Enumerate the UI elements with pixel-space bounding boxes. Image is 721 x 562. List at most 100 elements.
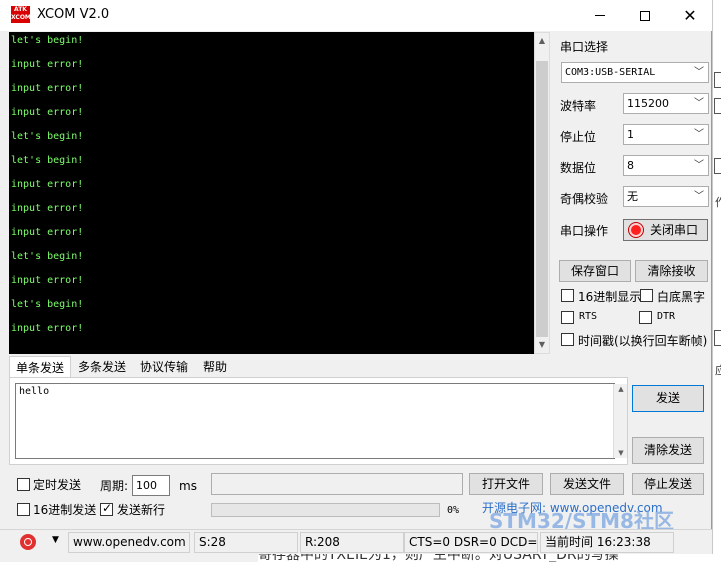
send-file-button[interactable]: 发送文件 [550, 473, 624, 495]
save-window-button[interactable]: 保存窗口 [559, 260, 631, 282]
window-title: XCOM V2.0 [37, 7, 110, 22]
baud-label: 波特率 [560, 99, 597, 113]
close-port-label: 关闭串口 [650, 223, 699, 237]
clear-receive-button[interactable]: 清除接收 [635, 260, 708, 282]
app-logo-icon: ATK XCOM [11, 6, 31, 23]
tab-multi-send[interactable]: 多条发送 [71, 356, 133, 378]
receive-line: let's begin! [11, 155, 84, 166]
chevron-down-icon: ﹀ [694, 129, 704, 140]
parity-select[interactable]: 无 ﹀ [623, 186, 709, 207]
maximize-icon [640, 10, 650, 21]
timed-send-label: 定时发送 [33, 478, 82, 492]
period-input[interactable]: 100 [132, 475, 170, 496]
data-bits-value: 8 [627, 159, 634, 172]
scroll-up-icon[interactable]: ▲ [535, 33, 549, 49]
parity-value: 无 [627, 190, 638, 203]
port-select[interactable]: COM3:USB-SERIAL ﹀ [561, 62, 709, 83]
receive-line: input error! [11, 227, 84, 238]
stop-send-button[interactable]: 停止发送 [632, 473, 704, 495]
timestamp-checkbox[interactable] [561, 333, 574, 346]
scroll-thumb[interactable] [536, 61, 548, 337]
stop-bits-value: 1 [627, 128, 634, 141]
send-newline-checkbox[interactable] [100, 501, 113, 516]
file-path-field[interactable] [211, 473, 463, 495]
send-progress-bar [211, 503, 440, 517]
minimize-icon [595, 15, 605, 16]
receive-line: let's begin! [11, 131, 84, 142]
bg-doc-box [714, 98, 721, 114]
scroll-down-icon[interactable]: ▼ [614, 449, 628, 457]
stop-bits-select[interactable]: 1 ﹀ [623, 124, 709, 145]
clear-send-button[interactable]: 清除发送 [632, 437, 704, 464]
receive-line: input error! [11, 59, 84, 70]
receive-line: input error! [11, 323, 84, 334]
white-bg-label: 白底黑字 [657, 290, 706, 304]
stop-bits-label: 停止位 [560, 130, 597, 144]
receive-scrollbar[interactable]: ▲ ▼ [534, 32, 550, 354]
bg-doc-text: 寄存器中的TXEIE为1，则产生中断。对USART_DR的写操 [258, 554, 619, 562]
timed-send-checkbox[interactable] [17, 478, 30, 491]
baud-value: 115200 [627, 97, 669, 110]
baud-select[interactable]: 115200 ﹀ [623, 93, 709, 114]
receive-line: let's begin! [11, 251, 84, 262]
close-port-button[interactable]: 关闭串口 [623, 219, 708, 241]
bg-doc-box [714, 330, 721, 346]
hex-send-checkbox[interactable] [17, 503, 30, 516]
rts-label: RTS [579, 311, 598, 322]
chevron-down-icon: ﹀ [694, 160, 704, 171]
hex-display-checkbox[interactable] [561, 289, 574, 302]
progress-percent: 0% [447, 505, 460, 516]
xcom-window: ATK XCOM XCOM V2.0 ✕ let's begin! input er… [0, 0, 712, 562]
white-bg-checkbox[interactable] [640, 289, 653, 302]
port-operation-label: 串口操作 [560, 224, 609, 238]
bg-doc-glyph: 应 [715, 364, 721, 377]
minimize-button[interactable] [577, 0, 623, 31]
maximize-button[interactable] [622, 0, 668, 31]
status-received-count: R:208 [300, 532, 404, 553]
scroll-down-icon[interactable]: ▼ [535, 337, 549, 353]
timestamp-label: 时间戳(以换行回车断帧) [578, 334, 708, 348]
receive-line: input error! [11, 107, 84, 118]
status-website[interactable]: www.openedv.com [68, 532, 190, 553]
hex-display-label: 16进制显示 [578, 290, 642, 304]
port-select-label: 串口选择 [560, 40, 609, 54]
dtr-checkbox[interactable] [639, 311, 652, 324]
status-line-signals: CTS=0 DSR=0 DCD=0 [404, 532, 538, 553]
rts-checkbox[interactable] [561, 311, 574, 324]
title-bar[interactable]: ATK XCOM XCOM V2.0 ✕ [0, 0, 712, 31]
port-value: COM3:USB-SERIAL [565, 67, 656, 78]
tab-protocol[interactable]: 协议传输 [133, 356, 195, 378]
bg-doc-box [714, 72, 721, 88]
settings-gear-icon[interactable] [20, 534, 36, 550]
send-textarea[interactable]: hello [15, 383, 615, 459]
data-bits-label: 数据位 [560, 161, 597, 175]
close-icon: ✕ [683, 5, 697, 25]
status-current-time: 当前时间 16:23:38 [540, 532, 674, 553]
send-scrollbar[interactable]: ▲ ▼ [613, 384, 627, 458]
data-bits-select[interactable]: 8 ﹀ [623, 155, 709, 176]
receive-line: input error! [11, 179, 84, 190]
tab-help[interactable]: 帮助 [195, 356, 235, 378]
status-bar: ▼ www.openedv.com S:28 R:208 CTS=0 DSR=0… [0, 529, 712, 554]
chevron-down-icon: ﹀ [694, 67, 704, 78]
send-newline-label: 发送新行 [117, 503, 166, 517]
period-unit: ms [179, 479, 197, 493]
open-file-button[interactable]: 打开文件 [469, 473, 543, 495]
scroll-up-icon[interactable]: ▲ [614, 385, 628, 393]
close-button[interactable]: ✕ [667, 0, 713, 31]
receive-terminal[interactable]: let's begin! input error! input error! inpu… [9, 32, 534, 354]
port-status-led-icon [629, 223, 643, 237]
status-sent-count: S:28 [194, 532, 298, 553]
tab-single-send[interactable]: 单条发送 [9, 356, 71, 378]
parity-label: 奇偶校验 [560, 192, 609, 206]
send-button[interactable]: 发送 [632, 385, 704, 412]
chevron-down-icon[interactable]: ▼ [52, 535, 59, 545]
receive-line: input error! [11, 83, 84, 94]
period-label: 周期: [100, 479, 129, 493]
background-document-fragment: 寄存器中的TXEIE为1，则产生中断。对USART_DR的写操 [258, 554, 721, 562]
receive-line: input error! [11, 275, 84, 286]
background-document: 作 应 [712, 0, 721, 562]
receive-line: input error! [11, 203, 84, 214]
receive-line: let's begin! [11, 299, 84, 310]
bg-doc-glyph: 作 [715, 196, 721, 209]
